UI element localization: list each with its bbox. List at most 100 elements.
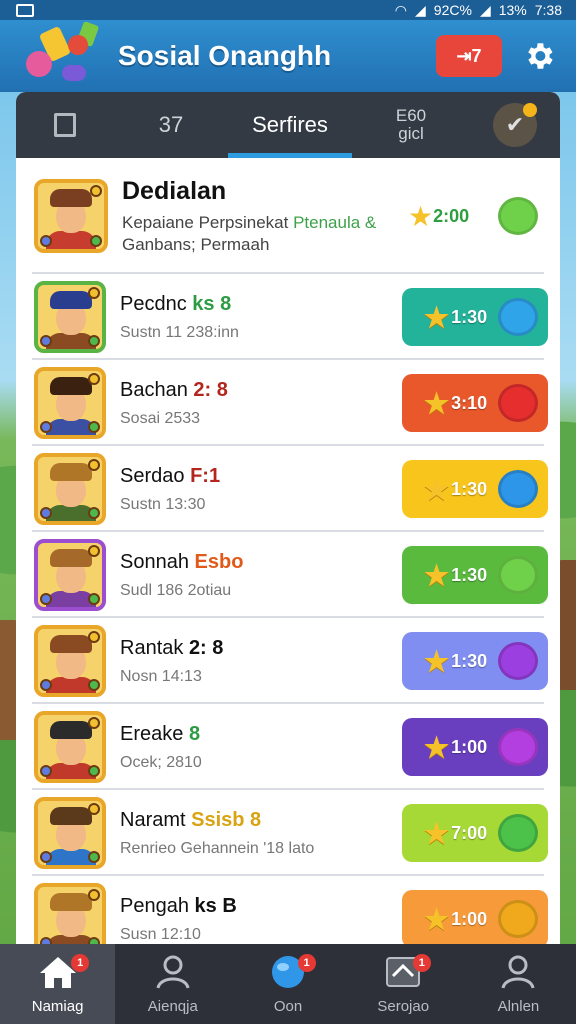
star-icon: ★ — [424, 645, 450, 677]
star-icon: ★ — [424, 387, 450, 419]
heart-gem-icon — [498, 556, 538, 594]
tab-e60[interactable]: E60 gicl — [352, 92, 470, 158]
player-name: Naramt Ssisb 8 — [120, 808, 262, 831]
avatar — [34, 711, 106, 783]
reward-button[interactable]: ★ 1:00 — [402, 890, 548, 944]
star-icon: ★ — [424, 817, 450, 849]
player-subtitle: Sudl 186 2otiau — [120, 581, 232, 599]
list-item[interactable]: Naramt Ssisb 8 Renrieo Gehannein '18 lato… — [16, 790, 560, 876]
reward-button[interactable]: ★ 1:30 — [402, 546, 548, 604]
nav-label: Namiag — [31, 997, 84, 1015]
tab-label-line1: E60 — [395, 106, 427, 125]
reward-button[interactable]: ★ 1:30 — [402, 632, 548, 690]
reward-value: 7:00 — [451, 822, 488, 843]
player-tag: 8 — [188, 722, 201, 745]
list-item[interactable]: Ereake 8 Ocek; 2810 ★ 1:00 — [16, 704, 560, 790]
heart-gem-icon — [498, 814, 538, 852]
avatar — [34, 625, 106, 697]
app-title: Sosial Onanghh — [118, 40, 332, 71]
heart-gem-icon — [498, 470, 538, 508]
list-item-featured[interactable]: Dedialan Kepaiane Perpsinekat Ptenaula &… — [16, 158, 560, 274]
bottom-nav: 1 Namiag Aienqja Oon 1 Serojao 1 Alnlen — [0, 944, 576, 1024]
reward-button[interactable]: ★ 7:00 — [402, 804, 548, 862]
player-subtitle: Nosn 14:13 — [120, 667, 202, 685]
player-list: Dedialan Kepaiane Perpsinekat Ptenaula &… — [16, 158, 560, 944]
star-icon: ★ — [424, 473, 450, 505]
player-name: Serdao F:1 — [120, 464, 221, 487]
nav-profile[interactable]: Alnlen — [461, 944, 576, 1024]
nav-globe[interactable]: Oon 1 — [230, 944, 345, 1024]
player-name: Dedialan — [122, 176, 227, 205]
list-item[interactable]: Sonnah Esbo Sudl 186 2otiau ★ 1:30 — [16, 532, 560, 618]
reward-button[interactable]: ★ 1:30 — [402, 288, 548, 346]
list-item[interactable]: Pengah ks B Susn 12:10 ★ 1:00 — [16, 876, 560, 944]
player-tag: 2: 8 — [188, 636, 224, 659]
avatar — [34, 539, 106, 611]
nav-badge: 1 — [412, 954, 431, 972]
notification-button[interactable]: ⇥7 — [436, 35, 502, 77]
player-name: Pengah ks B — [120, 894, 237, 917]
gear-icon[interactable] — [522, 39, 556, 73]
tab-serfires[interactable]: Serfires — [228, 92, 352, 158]
reward-display: ★ 2:00 — [402, 187, 548, 245]
player-subtitle: Sustn 13:30 — [120, 495, 206, 513]
heart-gem-icon — [498, 384, 538, 422]
tab-37[interactable]: 37 — [114, 92, 228, 158]
list-item[interactable]: Serdao F:1 Sustn 13:30 ★ 1:30 — [16, 446, 560, 532]
avatar — [34, 797, 106, 869]
player-name: Bachan 2: 8 — [120, 378, 228, 401]
app-logo — [22, 20, 102, 91]
heart-gem-icon — [498, 298, 538, 336]
signal-icon-2: ◢ — [479, 1, 491, 18]
reward-value: 3:10 — [451, 392, 488, 413]
avatar — [34, 281, 106, 353]
player-subtitle: Renrieo Gehannein '18 lato — [120, 839, 315, 857]
player-name: Rantak 2: 8 — [120, 636, 224, 659]
reward-button[interactable]: ★ 1:00 — [402, 718, 548, 776]
reward-button[interactable]: ★ 3:10 — [402, 374, 548, 432]
list-item[interactable]: Bachan 2: 8 Sosai 2533 ★ 3:10 — [16, 360, 560, 446]
reward-value: 1:30 — [451, 478, 488, 499]
signal-percent: 13% — [498, 2, 527, 18]
heart-gem-icon — [498, 642, 538, 680]
avatar — [34, 883, 106, 944]
profile-icon — [501, 955, 535, 989]
reward-value: 1:30 — [451, 306, 488, 327]
player-subtitle: Sustn 11 238:inn — [120, 323, 239, 341]
player-tag: Ssisb 8 — [191, 808, 262, 831]
nav-inbox[interactable]: Serojao 1 — [346, 944, 461, 1024]
list-item[interactable]: Rantak 2: 8 Nosn 14:13 ★ 1:30 — [16, 618, 560, 704]
clock: 7:38 — [534, 2, 562, 18]
reward-value: 1:30 — [451, 650, 488, 671]
player-tag: Esbo — [194, 550, 244, 573]
star-icon: ★ — [424, 301, 450, 333]
reward-value: 1:00 — [451, 736, 488, 757]
heart-gem-icon — [498, 728, 538, 766]
player-name: Sonnah Esbo — [120, 550, 244, 573]
reward-button[interactable]: ★ 1:30 — [402, 460, 548, 518]
reward-value: 1:00 — [451, 908, 488, 929]
check-badge-icon: ✔ — [493, 103, 537, 147]
player-subtitle: Sosai 2533 — [120, 409, 201, 427]
tab-bar: 37 Serfires E60 gicl ✔ — [16, 92, 560, 158]
nav-friends[interactable]: Aienqja — [115, 944, 230, 1024]
tab-badge[interactable]: ✔ — [470, 92, 560, 158]
heart-gem-icon — [498, 900, 538, 938]
player-subtitle: Kepaiane Perpsinekat Ptenaula & Ganbans;… — [122, 212, 377, 254]
nav-label: Oon — [273, 997, 303, 1015]
avatar — [34, 367, 106, 439]
nav-home[interactable]: 1 Namiag — [0, 944, 116, 1024]
reward-value: 1:30 — [451, 564, 488, 585]
star-icon: ★ — [424, 903, 450, 935]
nav-label: Alnlen — [497, 997, 540, 1015]
list-item[interactable]: Pecdnc ks 8 Sustn 11 238:inn ★ 1:30 — [16, 274, 560, 360]
nav-label: Aienqja — [147, 997, 198, 1015]
battery-percent: 92C% — [433, 2, 472, 18]
tab-label-line2: gicl — [398, 124, 424, 143]
avatar — [34, 179, 108, 253]
player-tag: ks B — [194, 894, 237, 917]
tab-label: 37 — [158, 112, 184, 137]
player-tag: 2: 8 — [193, 378, 228, 401]
reward-value: 2:00 — [433, 205, 470, 226]
tab-book[interactable] — [16, 92, 114, 158]
